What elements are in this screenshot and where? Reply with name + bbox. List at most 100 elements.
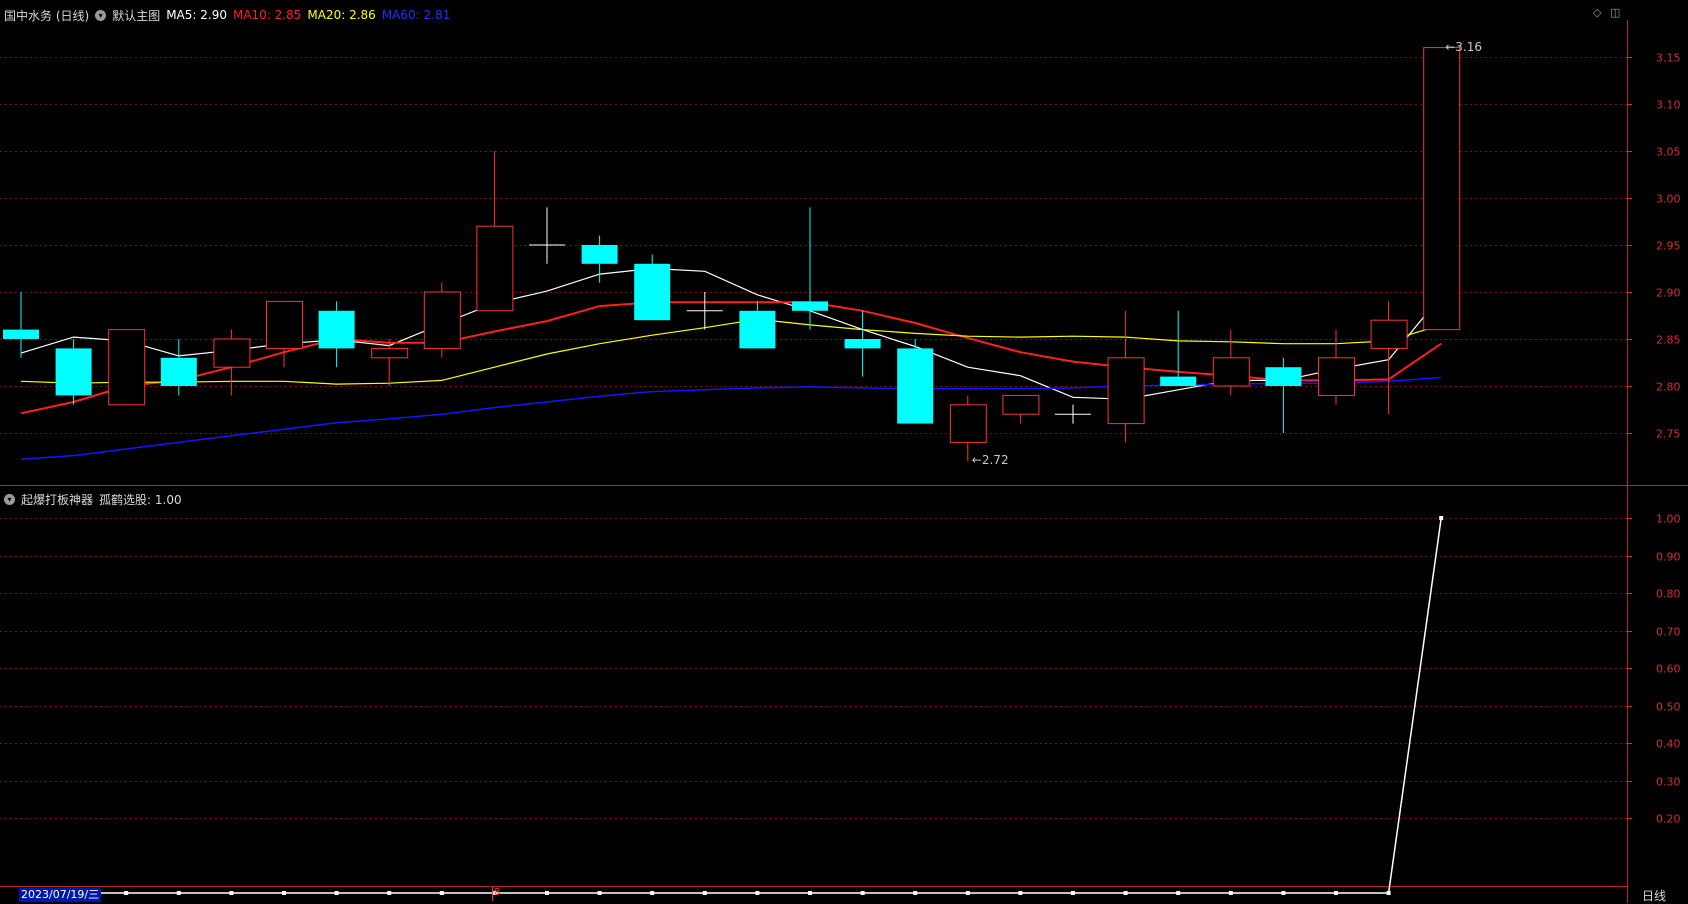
- indicator-point: [755, 891, 760, 895]
- indicator-point: [965, 891, 970, 895]
- candle-body: [1423, 47, 1461, 331]
- period-label[interactable]: 日线: [1642, 887, 1666, 904]
- indicator-point: [124, 891, 129, 895]
- indicator-point: [597, 891, 602, 895]
- indicator-value-axis: 0.20 0.30 0.40 0.50 0.60 0.70 0.80 0.90 1.00: [1627, 513, 1681, 826]
- value-tick-label: 0.30: [1656, 776, 1681, 789]
- candle: [1055, 404, 1091, 424]
- indicator-point: [1071, 891, 1075, 895]
- high-arrow-icon: ←: [1445, 39, 1456, 54]
- indicator-point: [702, 891, 707, 895]
- ma20-label: MA20: 2.86: [307, 8, 376, 22]
- price-tick-label: 3.15: [1656, 52, 1681, 65]
- indicator-point: [334, 891, 339, 895]
- indicator-header: ▾ 起爆打板神器 孤鹤选股: 1.00: [4, 490, 188, 508]
- candle: [949, 395, 987, 462]
- candle: [1107, 310, 1145, 443]
- candle-body: [423, 291, 461, 349]
- candle-body: [266, 300, 303, 349]
- candle-body: [318, 310, 355, 349]
- template-name[interactable]: 默认主图: [112, 7, 160, 24]
- value-tick-label: 0.40: [1656, 738, 1681, 751]
- chart-canvas[interactable]: 2.75 2.80 2.85 2.90 2.95 3.00 3.05 3.10 3.15 0.2…: [0, 0, 1688, 903]
- price-tick-label: 3.00: [1656, 193, 1681, 206]
- candle: [266, 300, 303, 368]
- indicator-dropdown-icon[interactable]: ▾: [4, 493, 15, 505]
- candle: [686, 292, 723, 330]
- candle: [423, 282, 461, 358]
- price-tick-label: 2.85: [1656, 334, 1681, 347]
- candle-body: [739, 310, 776, 349]
- indicator-point: [913, 891, 918, 895]
- candle-body: [949, 404, 987, 443]
- indicator-point: [439, 891, 444, 895]
- indicator-point: [860, 891, 865, 895]
- candle-body: [1107, 357, 1145, 425]
- candle: [897, 339, 934, 424]
- price-tick-label: 2.90: [1656, 287, 1681, 300]
- value-tick-label: 0.70: [1656, 626, 1681, 639]
- value-tick-label: 0.60: [1656, 663, 1681, 676]
- candle-body: [3, 329, 39, 339]
- value-tick-label: 1.00: [1656, 513, 1681, 526]
- main-chart-header: 国中水务 (日线) ▾ 默认主图 MA5: 2.90 MA10: 2.85 MA…: [4, 6, 456, 24]
- value-tick-label: 0.50: [1656, 701, 1681, 714]
- indicator-point: [1123, 891, 1128, 895]
- template-dropdown-icon[interactable]: ▾: [95, 9, 107, 21]
- indicator-point: [1176, 891, 1181, 895]
- value-tick-label: 0.80: [1656, 588, 1681, 601]
- candle-body: [55, 348, 92, 396]
- candle-body: [160, 357, 197, 386]
- candle: [318, 301, 355, 368]
- indicator-name[interactable]: 起爆打板神器: [21, 491, 93, 508]
- indicator-point: [282, 891, 286, 895]
- candle: [739, 301, 776, 349]
- price-tick-label: 2.75: [1656, 428, 1681, 441]
- high-price-label: ←3.16: [1445, 39, 1482, 54]
- price-tick-label: 3.05: [1656, 146, 1681, 159]
- ma10-label: MA10: 2.85: [232, 8, 302, 22]
- candle-body: [581, 245, 618, 264]
- indicator-point: [1281, 891, 1286, 895]
- candle-body: [634, 263, 671, 321]
- candle-body: [371, 347, 409, 359]
- time-marker: 8: [492, 887, 500, 901]
- main-grid: [0, 57, 1627, 434]
- candle: [844, 310, 881, 377]
- indicator-point: [1334, 891, 1338, 895]
- candle: [55, 339, 92, 405]
- candle-body: [792, 301, 828, 311]
- low-price-label: ←2.72: [971, 453, 1009, 468]
- candle: [476, 151, 514, 312]
- price-tick-label: 3.10: [1656, 99, 1681, 112]
- candle: [1318, 329, 1355, 405]
- candle-body: [213, 338, 251, 368]
- candle-body: [897, 348, 934, 424]
- candlestick-series[interactable]: [3, 47, 1461, 462]
- ma60-line: [20, 376, 1442, 461]
- value-tick-label: 0.90: [1656, 551, 1681, 564]
- candle-body: [844, 339, 881, 349]
- candle-body: [108, 329, 146, 406]
- candle: [1265, 357, 1302, 433]
- indicator-series: [19, 516, 1444, 895]
- indicator-point: [650, 891, 655, 895]
- indicator-point: [229, 891, 234, 895]
- indicator-point: [1018, 891, 1023, 895]
- indicator-point: [387, 891, 392, 895]
- ma60-label: MA60: 2.81: [381, 8, 451, 22]
- candle-body: [1160, 376, 1197, 386]
- candle: [371, 339, 409, 386]
- candle: [792, 207, 828, 330]
- diamond-icon[interactable]: ◇: [1593, 6, 1601, 19]
- maximize-icon[interactable]: ◫: [1610, 6, 1620, 19]
- low-arrow-icon: ←: [971, 453, 982, 468]
- candle-body: [1002, 394, 1040, 415]
- candle: [1002, 394, 1040, 424]
- candle-body: [1212, 357, 1250, 387]
- ma5-label: MA5: 2.90: [166, 8, 227, 22]
- indicator-point: [545, 891, 549, 895]
- candle: [3, 292, 39, 358]
- candle: [1212, 329, 1250, 396]
- stock-title[interactable]: 国中水务 (日线): [4, 7, 89, 24]
